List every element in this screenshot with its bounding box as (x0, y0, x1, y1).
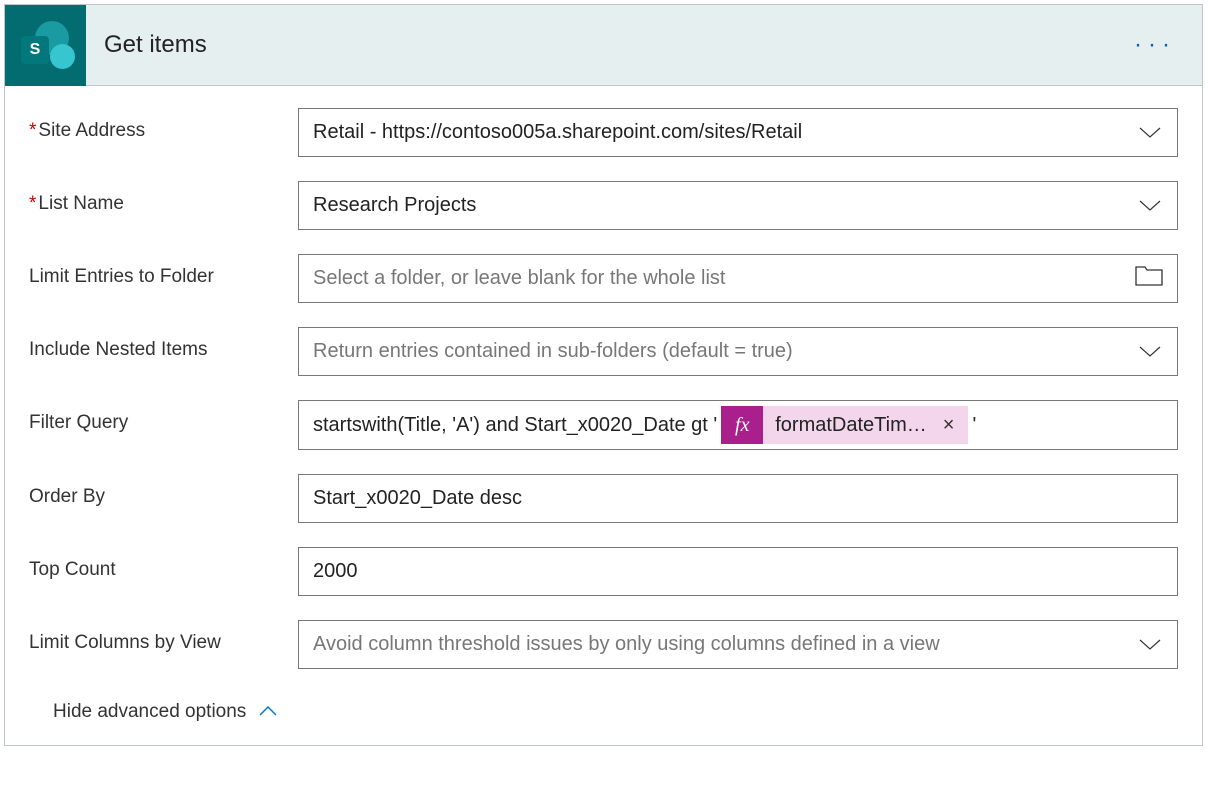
expression-token[interactable]: fx formatDateTim… × (721, 406, 968, 444)
folder-icon[interactable] (1135, 265, 1163, 292)
required-asterisk: * (29, 120, 36, 141)
label-include-nested: Include Nested Items (29, 327, 298, 361)
filter-query-text-before: startswith(Title, 'A') and Start_x0020_D… (313, 414, 717, 437)
row-order-by: Order By Start_x0020_Date desc (29, 474, 1178, 523)
limit-folder-input[interactable]: Select a folder, or leave blank for the … (298, 254, 1178, 303)
chevron-down-icon (1137, 339, 1163, 365)
list-name-dropdown[interactable]: Research Projects (298, 181, 1178, 230)
remove-token-button[interactable]: × (939, 414, 959, 437)
advanced-toggle-label: Hide advanced options (53, 701, 246, 723)
card-header: S Get items ··· (5, 5, 1202, 86)
chevron-down-icon (1137, 120, 1163, 146)
get-items-card: S Get items ··· *Site Address Retail - h… (4, 4, 1203, 746)
filter-query-input[interactable]: startswith(Title, 'A') and Start_x0020_D… (298, 400, 1178, 450)
sharepoint-logo-letter: S (21, 36, 49, 64)
label-order-by: Order By (29, 474, 298, 508)
required-asterisk: * (29, 193, 36, 214)
card-title: Get items (86, 31, 1134, 59)
include-nested-dropdown[interactable]: Return entries contained in sub-folders … (298, 327, 1178, 376)
card-body: *Site Address Retail - https://contoso00… (5, 86, 1202, 745)
order-by-input[interactable]: Start_x0020_Date desc (298, 474, 1178, 523)
label-limit-columns: Limit Columns by View (29, 620, 298, 654)
row-site-address: *Site Address Retail - https://contoso00… (29, 108, 1178, 157)
filter-query-text-after: ' (972, 414, 976, 437)
top-count-input[interactable]: 2000 (298, 547, 1178, 596)
label-site-address: *Site Address (29, 108, 298, 142)
fx-icon: fx (721, 406, 763, 444)
row-list-name: *List Name Research Projects (29, 181, 1178, 230)
label-limit-folder: Limit Entries to Folder (29, 254, 298, 288)
expression-token-text: formatDateTim… (763, 414, 939, 437)
limit-columns-placeholder: Avoid column threshold issues by only us… (313, 633, 1137, 656)
label-filter-query: Filter Query (29, 400, 298, 434)
chevron-down-icon (1137, 632, 1163, 658)
limit-folder-placeholder: Select a folder, or leave blank for the … (313, 267, 1135, 290)
label-list-name: *List Name (29, 181, 298, 215)
site-address-dropdown[interactable]: Retail - https://contoso005a.sharepoint.… (298, 108, 1178, 157)
include-nested-placeholder: Return entries contained in sub-folders … (313, 340, 1137, 363)
top-count-value: 2000 (313, 560, 1163, 583)
order-by-value: Start_x0020_Date desc (313, 487, 1163, 510)
chevron-down-icon (1137, 193, 1163, 219)
row-include-nested: Include Nested Items Return entries cont… (29, 327, 1178, 376)
row-limit-columns: Limit Columns by View Avoid column thres… (29, 620, 1178, 669)
row-limit-folder: Limit Entries to Folder Select a folder,… (29, 254, 1178, 303)
more-options-button[interactable]: ··· (1134, 31, 1202, 59)
chevron-up-icon (258, 701, 278, 723)
row-filter-query: Filter Query startswith(Title, 'A') and … (29, 400, 1178, 450)
hide-advanced-options-toggle[interactable]: Hide advanced options (29, 701, 1178, 723)
sharepoint-logo: S (5, 5, 86, 86)
list-name-value: Research Projects (313, 194, 1137, 217)
limit-columns-dropdown[interactable]: Avoid column threshold issues by only us… (298, 620, 1178, 669)
site-address-value: Retail - https://contoso005a.sharepoint.… (313, 121, 1137, 144)
row-top-count: Top Count 2000 (29, 547, 1178, 596)
label-top-count: Top Count (29, 547, 298, 581)
